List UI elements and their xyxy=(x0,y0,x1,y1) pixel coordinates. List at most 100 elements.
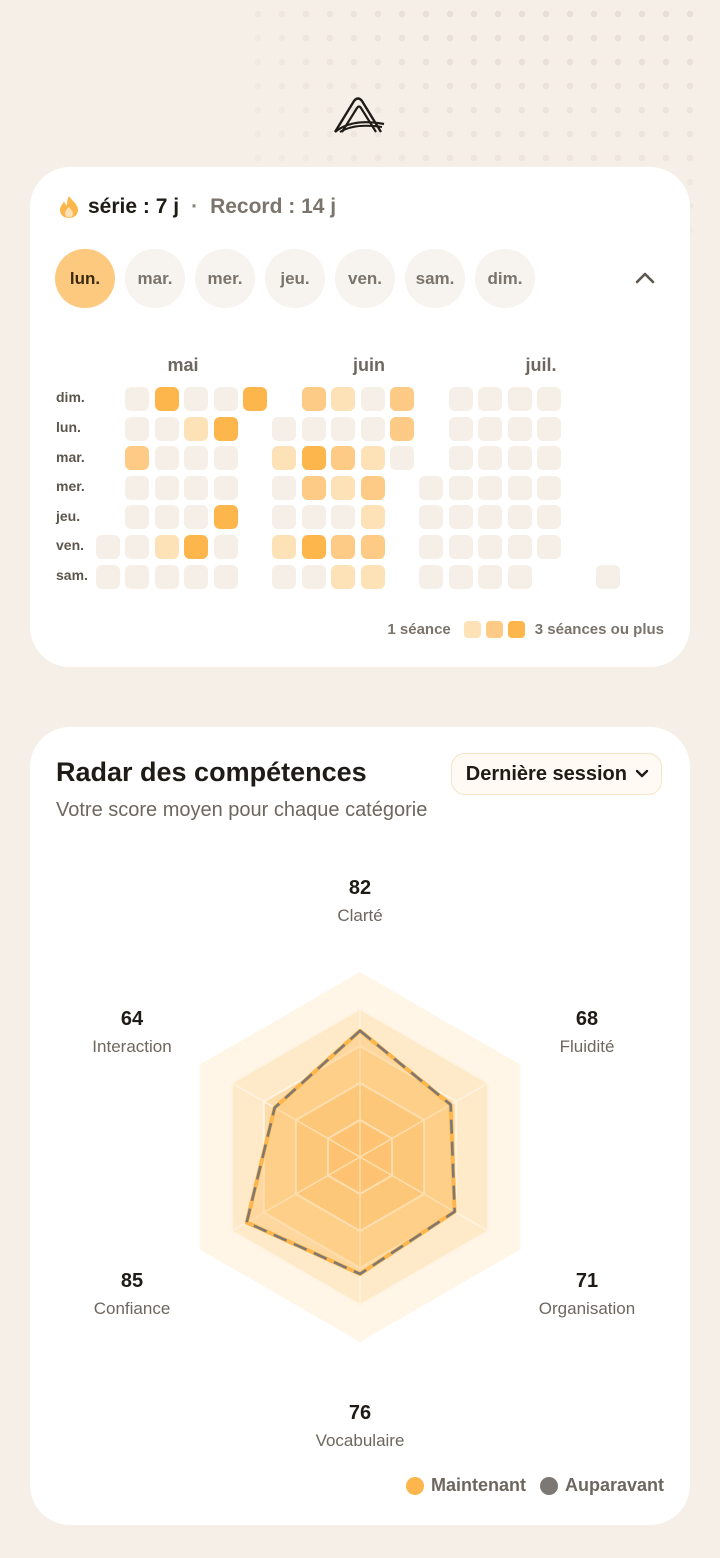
heatmap-cell[interactable] xyxy=(184,416,209,441)
heatmap-cell[interactable] xyxy=(184,475,209,500)
heatmap-cell[interactable] xyxy=(96,535,120,559)
heatmap-cell[interactable] xyxy=(507,416,532,441)
heatmap-cell[interactable] xyxy=(331,416,356,441)
heatmap-cell[interactable] xyxy=(154,564,179,589)
heatmap-cell[interactable] xyxy=(301,535,326,559)
heatmap-cell[interactable] xyxy=(213,505,238,530)
heatmap-cell[interactable] xyxy=(448,535,473,559)
heatmap-cell[interactable] xyxy=(448,564,473,589)
heatmap-cell[interactable] xyxy=(331,475,356,500)
day-pill[interactable]: lun. xyxy=(55,249,115,308)
heatmap-cell[interactable] xyxy=(390,416,414,441)
heatmap-cell[interactable] xyxy=(360,564,385,589)
heatmap-cell[interactable] xyxy=(272,475,297,500)
heatmap-cell[interactable] xyxy=(537,535,561,559)
heatmap-cell[interactable] xyxy=(360,535,385,559)
heatmap-cell[interactable] xyxy=(478,564,503,589)
heatmap-cell[interactable] xyxy=(154,446,179,471)
heatmap-cell[interactable] xyxy=(301,387,326,411)
heatmap-cell[interactable] xyxy=(360,505,385,530)
heatmap-cell[interactable] xyxy=(537,475,561,500)
heatmap-cell[interactable] xyxy=(507,387,532,411)
heatmap-cell[interactable] xyxy=(272,416,297,441)
heatmap-cell[interactable] xyxy=(184,446,209,471)
heatmap-cell[interactable] xyxy=(478,475,503,500)
heatmap-cell[interactable] xyxy=(301,446,326,471)
heatmap-cell[interactable] xyxy=(213,446,238,471)
day-pill[interactable]: mer. xyxy=(195,249,255,308)
day-pill[interactable]: dim. xyxy=(475,249,535,308)
heatmap-cell[interactable] xyxy=(448,387,473,411)
heatmap-cell[interactable] xyxy=(301,505,326,530)
heatmap-cell[interactable] xyxy=(478,446,503,471)
heatmap-cell[interactable] xyxy=(213,535,238,559)
heatmap-cell[interactable] xyxy=(96,564,120,589)
heatmap-cell[interactable] xyxy=(331,535,356,559)
heatmap-cell[interactable] xyxy=(360,475,385,500)
heatmap-cell[interactable] xyxy=(448,505,473,530)
heatmap-cell[interactable] xyxy=(419,505,444,530)
heatmap-cell[interactable] xyxy=(448,416,473,441)
heatmap-cell[interactable] xyxy=(154,535,179,559)
heatmap-cell[interactable] xyxy=(184,387,209,411)
heatmap-cell[interactable] xyxy=(331,505,356,530)
heatmap-cell[interactable] xyxy=(272,446,297,471)
heatmap-cell[interactable] xyxy=(213,416,238,441)
collapse-button[interactable] xyxy=(632,265,658,291)
heatmap-cell[interactable] xyxy=(184,505,209,530)
heatmap-cell[interactable] xyxy=(360,416,385,441)
heatmap-cell[interactable] xyxy=(478,387,503,411)
heatmap-cell[interactable] xyxy=(213,564,238,589)
heatmap-cell[interactable] xyxy=(125,416,150,441)
heatmap-cell[interactable] xyxy=(154,387,179,411)
heatmap-cell[interactable] xyxy=(154,505,179,530)
heatmap-cell[interactable] xyxy=(507,505,532,530)
heatmap-cell[interactable] xyxy=(507,564,532,589)
heatmap-cell[interactable] xyxy=(213,475,238,500)
heatmap-cell[interactable] xyxy=(331,387,356,411)
heatmap-cell[interactable] xyxy=(272,505,297,530)
heatmap-cell[interactable] xyxy=(448,475,473,500)
heatmap-cell[interactable] xyxy=(125,535,150,559)
heatmap-cell[interactable] xyxy=(243,387,267,411)
heatmap-cell[interactable] xyxy=(125,505,150,530)
heatmap-cell[interactable] xyxy=(301,416,326,441)
heatmap-cell[interactable] xyxy=(331,564,356,589)
heatmap-cell[interactable] xyxy=(478,416,503,441)
heatmap-cell[interactable] xyxy=(507,446,532,471)
day-pill[interactable]: ven. xyxy=(335,249,395,308)
heatmap-cell[interactable] xyxy=(125,475,150,500)
heatmap-cell[interactable] xyxy=(595,564,620,589)
heatmap-cell[interactable] xyxy=(419,475,444,500)
heatmap-cell[interactable] xyxy=(272,564,297,589)
heatmap-cell[interactable] xyxy=(448,446,473,471)
heatmap-cell[interactable] xyxy=(360,446,385,471)
heatmap-cell[interactable] xyxy=(154,416,179,441)
heatmap-cell[interactable] xyxy=(125,387,150,411)
heatmap-cell[interactable] xyxy=(478,535,503,559)
heatmap-cell[interactable] xyxy=(419,564,444,589)
heatmap-cell[interactable] xyxy=(419,535,444,559)
heatmap-cell[interactable] xyxy=(390,387,414,411)
day-pill[interactable]: sam. xyxy=(405,249,465,308)
heatmap-cell[interactable] xyxy=(213,387,238,411)
day-pill[interactable]: mar. xyxy=(125,249,185,308)
heatmap-cell[interactable] xyxy=(537,416,561,441)
heatmap-cell[interactable] xyxy=(125,564,150,589)
heatmap-cell[interactable] xyxy=(154,475,179,500)
heatmap-cell[interactable] xyxy=(537,387,561,411)
heatmap-cell[interactable] xyxy=(507,535,532,559)
heatmap-cell[interactable] xyxy=(184,564,209,589)
heatmap-cell[interactable] xyxy=(125,446,150,471)
heatmap-cell[interactable] xyxy=(360,387,385,411)
heatmap-cell[interactable] xyxy=(507,475,532,500)
heatmap-cell[interactable] xyxy=(390,446,414,471)
day-pill[interactable]: jeu. xyxy=(265,249,325,308)
heatmap-cell[interactable] xyxy=(478,505,503,530)
heatmap-cell[interactable] xyxy=(537,446,561,471)
heatmap-cell[interactable] xyxy=(184,535,209,559)
heatmap-cell[interactable] xyxy=(301,564,326,589)
heatmap-cell[interactable] xyxy=(537,505,561,530)
heatmap-cell[interactable] xyxy=(331,446,356,471)
period-dropdown[interactable]: Dernière session xyxy=(450,753,662,795)
